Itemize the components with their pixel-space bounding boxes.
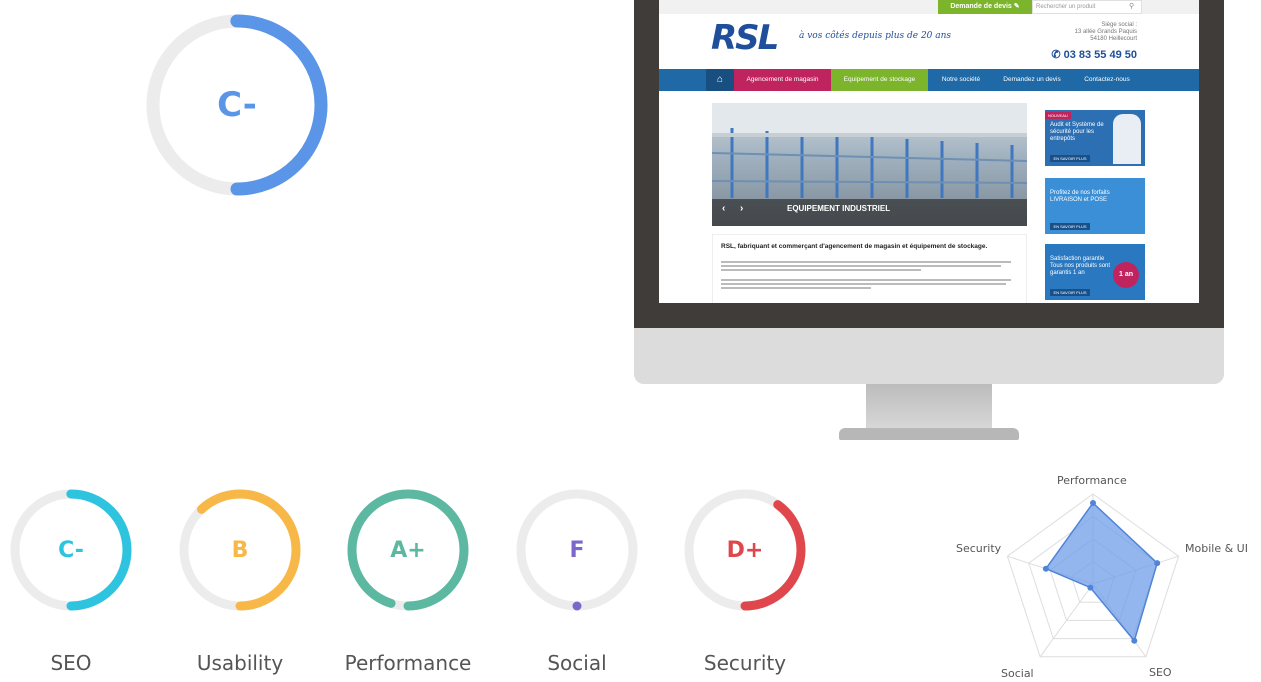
monitor-mockup: Demande de devis ✎ Rechercher un produit…	[634, 0, 1224, 440]
website-preview: Demande de devis ✎ Rechercher un produit…	[659, 0, 1199, 303]
overall-grade-text: C-	[217, 85, 257, 125]
slide-caption-text: EQUIPEMENT INDUSTRIEL	[787, 204, 891, 213]
social-grade-text: F	[569, 537, 585, 563]
slider-next-icon[interactable]: ›	[740, 199, 743, 219]
hero-slider[interactable]: ‹ › EQUIPEMENT INDUSTRIEL	[712, 103, 1027, 226]
usability-label: Usability	[196, 651, 284, 675]
radar-label-seo: SEO	[1149, 666, 1172, 679]
monitor-foot	[839, 428, 1019, 440]
phone-number: ✆ 03 83 55 49 50	[1051, 49, 1137, 61]
radar-svg	[1006, 493, 1180, 658]
quote-request-button[interactable]: Demande de devis ✎	[938, 0, 1032, 14]
radar-label-social: Social	[1001, 667, 1034, 680]
security-label: Security	[703, 651, 787, 675]
monitor-screen: Demande de devis ✎ Rechercher un produit…	[634, 0, 1224, 330]
performance-gauge: A+	[346, 488, 470, 612]
edit-icon: ✎	[1013, 3, 1020, 10]
overall-grade-gauge: C-	[144, 12, 330, 198]
seo-grade-text: C-	[58, 537, 84, 563]
performance-label: Performance	[344, 651, 472, 675]
guarantee-badge: 1 an	[1113, 262, 1139, 288]
nav-item-societe[interactable]: Notre société	[930, 69, 992, 91]
radar-point-performance	[1090, 500, 1096, 506]
monitor-chin	[634, 328, 1224, 384]
intro-article: RSL, fabriquant et commerçant d'agenceme…	[712, 234, 1027, 303]
nav-home-icon[interactable]: ⌂	[706, 69, 734, 91]
person-image	[1113, 114, 1141, 164]
security-gauge: D+	[683, 488, 807, 612]
radar-label-performance: Performance	[1057, 474, 1127, 487]
radar-point-mobile-ui	[1154, 560, 1161, 567]
site-tagline: à vos côtés depuis plus de 20 ans	[799, 31, 952, 41]
site-search-input[interactable]: Rechercher un produit	[1032, 0, 1142, 14]
nav-item-contact[interactable]: Contactez-nous	[1072, 69, 1142, 91]
social-gauge: F	[515, 488, 639, 612]
radar-label-security: Security	[956, 542, 1002, 555]
radar-point-social	[1087, 584, 1094, 591]
headquarters-address: Siège social : 13 allée Grands Paquis 54…	[1074, 22, 1137, 42]
nav-item-devis[interactable]: Demandez un devis	[992, 69, 1072, 91]
site-logo[interactable]: RSL	[711, 18, 779, 58]
performance-grade-text: A+	[390, 537, 426, 563]
security-grade-text: D+	[726, 537, 764, 563]
radar-point-seo	[1131, 637, 1138, 644]
monitor-stand	[866, 384, 992, 430]
slide-caption-bar: ‹ › EQUIPEMENT INDUSTRIEL	[712, 199, 1027, 226]
seo-label: SEO	[50, 651, 92, 675]
phone-icon: ✆	[1051, 49, 1061, 61]
promo-audit[interactable]: NOUVEAU Audit et Système de sécurité pou…	[1045, 110, 1145, 166]
social-label: Social	[547, 651, 607, 675]
site-nav: ⌂ Agencement de magasin Equipement de st…	[659, 69, 1199, 91]
slider-prev-icon[interactable]: ‹	[722, 199, 725, 219]
promo-delivery[interactable]: Profitez de nos forfaits LIVRAISON et PO…	[1045, 178, 1145, 234]
promo-guarantee[interactable]: Satisfaction garantie Tous nos produits …	[1045, 244, 1145, 300]
radar-point-security	[1042, 565, 1049, 572]
usability-grade-text: B	[231, 537, 249, 563]
seo-gauge: C-	[9, 488, 133, 612]
article-title: RSL, fabriquant et commerçant d'agenceme…	[721, 243, 988, 250]
nav-item-equipement[interactable]: Equipement de stockage	[831, 69, 928, 91]
radar-chart: Performance Mobile & UI SEO Social Secur…	[930, 462, 1261, 680]
search-icon[interactable]: ⚲	[1129, 2, 1134, 10]
promo-badge: NOUVEAU	[1045, 112, 1071, 119]
nav-item-agencement[interactable]: Agencement de magasin	[734, 69, 831, 91]
usability-gauge: B	[178, 488, 302, 612]
radar-label-mobile-ui: Mobile & UI	[1185, 542, 1248, 555]
